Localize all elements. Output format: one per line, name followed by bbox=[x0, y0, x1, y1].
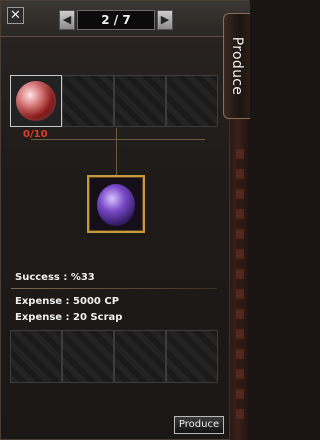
product-slot[interactable] bbox=[87, 175, 145, 233]
purple-gem-icon bbox=[97, 184, 135, 226]
tab-produce-label: Produce bbox=[229, 36, 245, 96]
output-slots bbox=[10, 330, 218, 383]
output-slot[interactable] bbox=[62, 330, 114, 383]
divider bbox=[11, 288, 217, 289]
red-gem-icon bbox=[16, 81, 56, 121]
prev-page-button[interactable]: ◀ bbox=[59, 10, 75, 30]
close-button[interactable]: ✕ bbox=[7, 7, 24, 24]
material-slots bbox=[10, 75, 218, 127]
output-slot[interactable] bbox=[114, 330, 166, 383]
material-slot[interactable] bbox=[62, 75, 114, 127]
next-page-button[interactable]: ▶ bbox=[157, 10, 173, 30]
produce-window: ✕ ◀ 2 / 7 ▶ Produce 0/10 Success : %33 E… bbox=[0, 0, 250, 440]
expense-scrap: Expense : 20 Scrap bbox=[15, 312, 123, 323]
produce-button[interactable]: Produce bbox=[174, 416, 224, 434]
tab-produce[interactable]: Produce bbox=[223, 13, 250, 119]
connector-line bbox=[31, 139, 205, 140]
material-slot[interactable] bbox=[10, 75, 62, 127]
expense-cp: Expense : 5000 CP bbox=[15, 296, 120, 307]
page-indicator: 2 / 7 bbox=[77, 10, 155, 30]
connector-line bbox=[116, 128, 117, 176]
success-rate: Success : %33 bbox=[15, 272, 95, 283]
output-slot[interactable] bbox=[166, 330, 218, 383]
page-navigator: ◀ 2 / 7 ▶ bbox=[59, 10, 173, 30]
output-slot[interactable] bbox=[10, 330, 62, 383]
title-bar: ✕ ◀ 2 / 7 ▶ bbox=[1, 1, 250, 37]
material-slot[interactable] bbox=[166, 75, 218, 127]
material-slot[interactable] bbox=[114, 75, 166, 127]
side-decoration bbox=[229, 119, 250, 440]
